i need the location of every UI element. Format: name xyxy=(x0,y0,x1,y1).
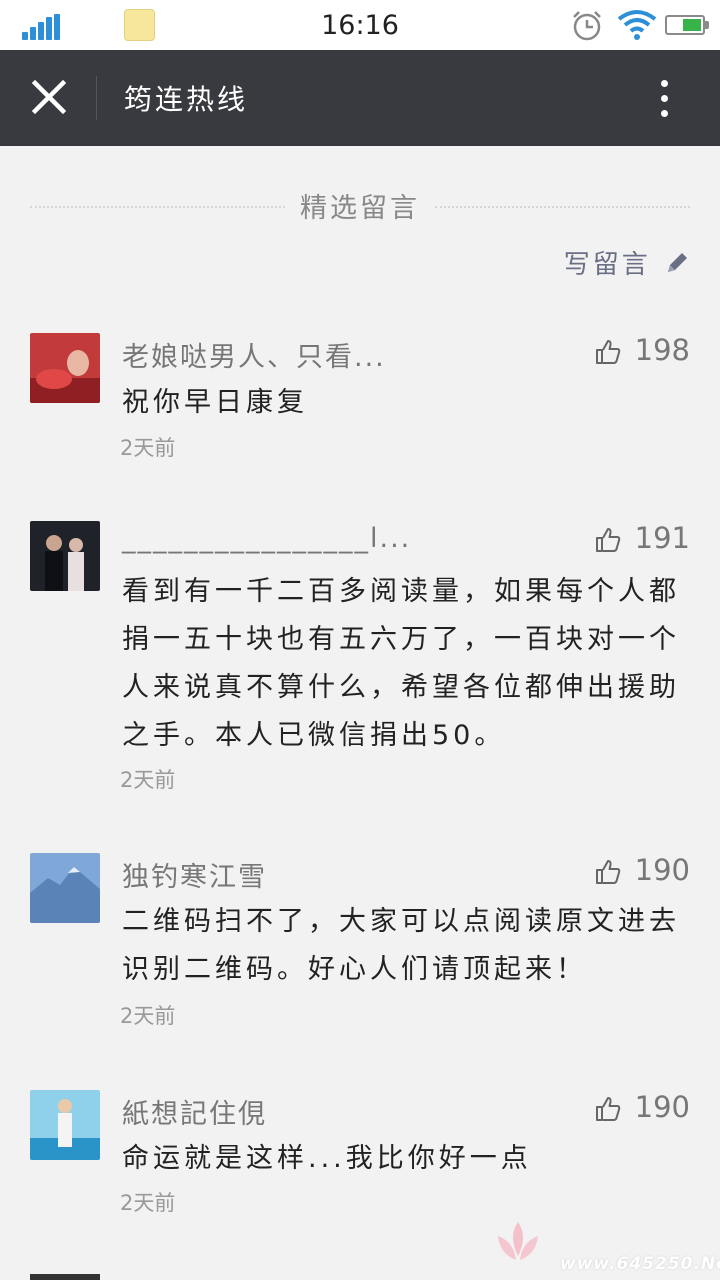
like-count: 198 xyxy=(634,333,690,367)
comment-time: 2天前 xyxy=(120,1004,176,1028)
thumbs-up-icon xyxy=(595,340,620,364)
comment-text: 二维码扫不了，大家可以点阅读原文进去识别二维码。好心人们请顶起来！ xyxy=(122,906,680,985)
comment-nickname: ________________l... xyxy=(122,523,412,554)
comment-nickname: 老娘哒男人、只看... xyxy=(122,342,386,373)
more-vertical-icon[interactable] xyxy=(646,72,682,124)
like-count: 191 xyxy=(634,521,690,555)
write-comment-button[interactable]: 写留言 xyxy=(564,244,690,281)
write-comment-label: 写留言 xyxy=(563,250,651,280)
avatar[interactable] xyxy=(30,1090,100,1160)
comment-time: 2天前 xyxy=(120,768,176,792)
thumbs-up-icon xyxy=(595,1097,620,1121)
alarm-icon xyxy=(573,11,601,41)
page-title: 筠连热线 xyxy=(124,83,249,116)
like-count: 190 xyxy=(634,853,690,887)
avatar[interactable] xyxy=(30,1274,100,1280)
like-button[interactable]: 198 xyxy=(595,333,690,367)
divider-right xyxy=(435,206,690,208)
like-button[interactable]: 191 xyxy=(595,521,690,555)
comment-time: 2天前 xyxy=(120,1191,176,1215)
pencil-icon xyxy=(668,253,687,272)
watermark-text: www.645250.Net xyxy=(560,1254,720,1274)
nav-bar: 筠连热线 xyxy=(0,50,720,146)
like-count: 190 xyxy=(634,1090,690,1124)
comment-time: 2天前 xyxy=(120,436,176,460)
wifi-icon xyxy=(617,10,657,40)
avatar[interactable] xyxy=(30,333,100,403)
like-button[interactable]: 190 xyxy=(595,1090,690,1124)
comment-nickname: 紙想記住俔 xyxy=(122,1099,267,1130)
avatar[interactable] xyxy=(30,521,100,591)
like-button[interactable]: 190 xyxy=(595,853,690,887)
thumbs-up-icon xyxy=(595,528,620,552)
comment-nickname: 独钓寒江雪 xyxy=(122,862,267,893)
nav-divider xyxy=(96,76,97,120)
comment-text: 命运就是这样...我比你好一点 xyxy=(122,1143,532,1174)
avatar[interactable] xyxy=(30,853,100,923)
comment-text: 看到有一千二百多阅读量，如果每个人都捐一五十块也有五六万了，一百块对一个人来说真… xyxy=(122,576,680,751)
thumbs-up-icon xyxy=(595,860,620,884)
comment-text: 祝你早日康复 xyxy=(122,387,308,418)
watermark-logo xyxy=(498,1222,538,1260)
status-time: 16:16 xyxy=(321,10,399,41)
close-icon[interactable] xyxy=(20,68,78,126)
section-header: 精选留言 xyxy=(30,180,690,230)
status-bar: 16:16 xyxy=(0,0,720,50)
battery-icon xyxy=(665,15,709,35)
